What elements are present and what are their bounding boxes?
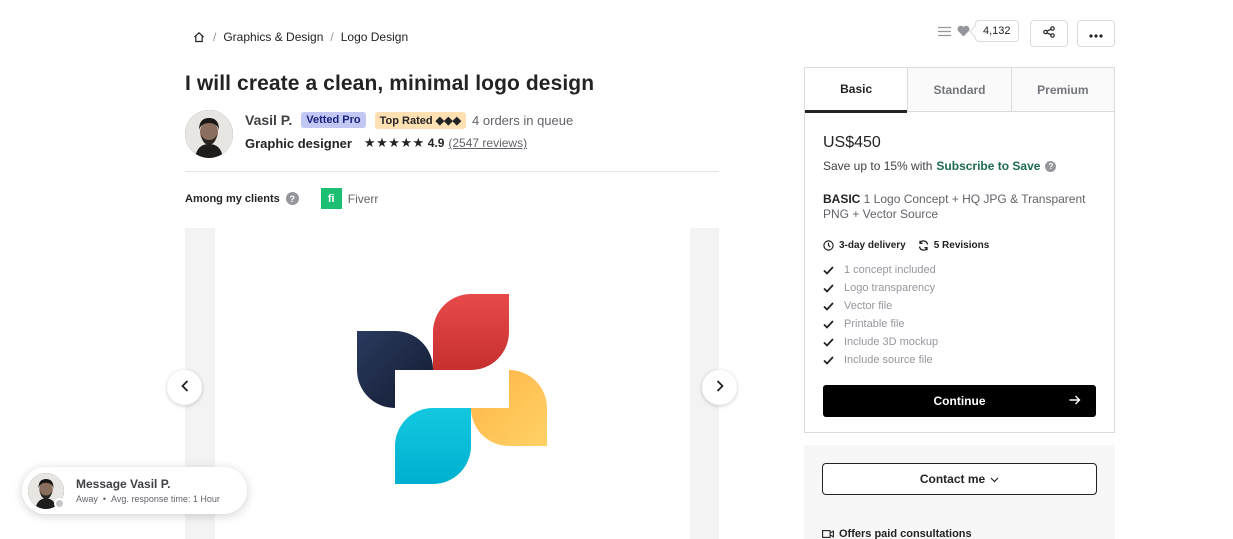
- seller-job-title: Graphic designer: [245, 135, 352, 151]
- save-text: Save up to 15% with: [823, 159, 933, 173]
- chevron-left-icon: [180, 379, 189, 397]
- check-icon: [823, 301, 837, 311]
- feature-label: Include 3D mockup: [844, 336, 939, 348]
- list-item: Include source file: [823, 351, 1096, 369]
- package-description: BASIC 1 Logo Concept + HQ JPG & Transpar…: [823, 192, 1096, 222]
- tab-basic[interactable]: Basic: [805, 68, 908, 113]
- package-name: BASIC: [823, 192, 861, 206]
- vetted-pro-badge: Vetted Pro: [301, 112, 366, 128]
- seller-overview: Vasil P. Vetted Pro Top Rated ◆◆◆ 4 orde…: [185, 110, 573, 158]
- breadcrumb-logo-design[interactable]: Logo Design: [341, 30, 408, 44]
- gallery-image[interactable]: [215, 228, 690, 539]
- seller-name[interactable]: Vasil P.: [245, 112, 292, 128]
- check-icon: [823, 319, 837, 329]
- list-item: Printable file: [823, 315, 1096, 333]
- feature-label: 1 concept included: [844, 264, 936, 276]
- likes-count: 4,132: [975, 20, 1019, 42]
- star-rating-icon: ★★★★★: [363, 135, 425, 150]
- package-price: US$450: [823, 134, 881, 151]
- arrow-right-icon: [1069, 394, 1081, 408]
- feature-label: Printable file: [844, 318, 905, 330]
- separator-dot: •: [102, 494, 107, 504]
- delivery-info: 3-day delivery 5 Revisions: [823, 240, 1096, 251]
- help-icon[interactable]: ?: [1045, 160, 1057, 172]
- more-button[interactable]: [1077, 20, 1115, 47]
- check-icon: [823, 355, 837, 365]
- reviews-count[interactable]: (2547 reviews): [448, 136, 527, 150]
- gallery-next-button[interactable]: [702, 370, 737, 405]
- top-rated-badge: Top Rated ◆◆◆: [374, 111, 467, 129]
- breadcrumb-separator: /: [330, 30, 334, 44]
- client-name: Fiverr: [347, 191, 379, 206]
- gig-title: I will create a clean, minimal logo desi…: [185, 72, 595, 95]
- clients-section: Among my clients ? fi Fiverr: [185, 188, 378, 209]
- list-item: 1 concept included: [823, 261, 1096, 279]
- chevron-down-icon: [990, 472, 999, 486]
- package-tabs: Basic Standard Premium: [805, 68, 1114, 113]
- breadcrumb: / Graphics & Design / Logo Design: [192, 29, 408, 45]
- chevron-right-icon: [716, 379, 724, 397]
- feature-label: Vector file: [844, 300, 893, 312]
- logo-artwork: [357, 294, 547, 484]
- response-time: Avg. response time: 1 Hour: [111, 494, 220, 504]
- more-icon: [1089, 25, 1103, 43]
- gig-gallery: [185, 228, 719, 539]
- feature-list: 1 concept included Logo transparency Vec…: [823, 261, 1096, 369]
- list-item: Include 3D mockup: [823, 333, 1096, 351]
- continue-button[interactable]: Continue: [823, 385, 1096, 417]
- subscribe-save: Save up to 15% with Subscribe to Save ?: [823, 159, 1096, 173]
- delivery-time: 3-day delivery: [839, 240, 906, 251]
- clock-icon: [823, 240, 834, 251]
- tab-standard[interactable]: Standard: [907, 68, 1011, 111]
- rating-score: 4.9: [427, 136, 445, 150]
- message-title: Message Vasil P.: [76, 477, 171, 491]
- list-item: Logo transparency: [823, 279, 1096, 297]
- status-dot: [54, 498, 65, 509]
- share-button[interactable]: [1030, 20, 1068, 47]
- video-icon: [822, 530, 834, 538]
- paid-consultations: Offers paid consultations: [822, 528, 972, 539]
- check-icon: [823, 283, 837, 293]
- revisions-icon: [918, 240, 928, 251]
- check-icon: [823, 265, 837, 275]
- subscribe-link[interactable]: Subscribe to Save: [936, 159, 1040, 173]
- breadcrumb-separator: /: [213, 30, 217, 44]
- breadcrumb-graphics-design[interactable]: Graphics & Design: [223, 30, 323, 44]
- contact-label: Contact me: [919, 472, 986, 486]
- help-icon[interactable]: ?: [285, 192, 299, 205]
- message-seller-widget[interactable]: Message Vasil P. Away • Avg. response ti…: [22, 467, 247, 514]
- tab-premium[interactable]: Premium: [1010, 68, 1114, 111]
- feature-label: Logo transparency: [844, 282, 936, 294]
- fiverr-logo-icon: fi: [320, 188, 342, 209]
- gallery-prev-button[interactable]: [167, 370, 202, 405]
- availability-status: Away: [76, 494, 98, 504]
- clients-label: Among my clients: [185, 192, 280, 205]
- revisions-count: 5 Revisions: [933, 240, 990, 251]
- orders-queue: 4 orders in queue: [472, 112, 574, 128]
- share-icon: [1043, 25, 1055, 43]
- continue-label: Continue: [933, 394, 986, 408]
- package-panel: Basic Standard Premium US$450 Save up to…: [804, 67, 1115, 433]
- package-desc-text: 1 Logo Concept + HQ JPG & Transparent PN…: [823, 192, 1086, 221]
- divider: [185, 171, 719, 172]
- contact-me-button[interactable]: Contact me: [822, 463, 1097, 495]
- collections-icon[interactable]: [938, 24, 952, 38]
- contact-panel: Contact me Offers paid consultations: [804, 445, 1115, 539]
- check-icon: [823, 337, 837, 347]
- consult-label: Offers paid consultations: [839, 528, 972, 539]
- feature-label: Include source file: [844, 354, 933, 366]
- reviews-link[interactable]: (2547 reviews): [448, 136, 527, 150]
- seller-avatar[interactable]: [185, 110, 233, 158]
- home-icon[interactable]: [192, 30, 206, 44]
- gig-actions: 4,132: [938, 20, 1019, 42]
- list-item: Vector file: [823, 297, 1096, 315]
